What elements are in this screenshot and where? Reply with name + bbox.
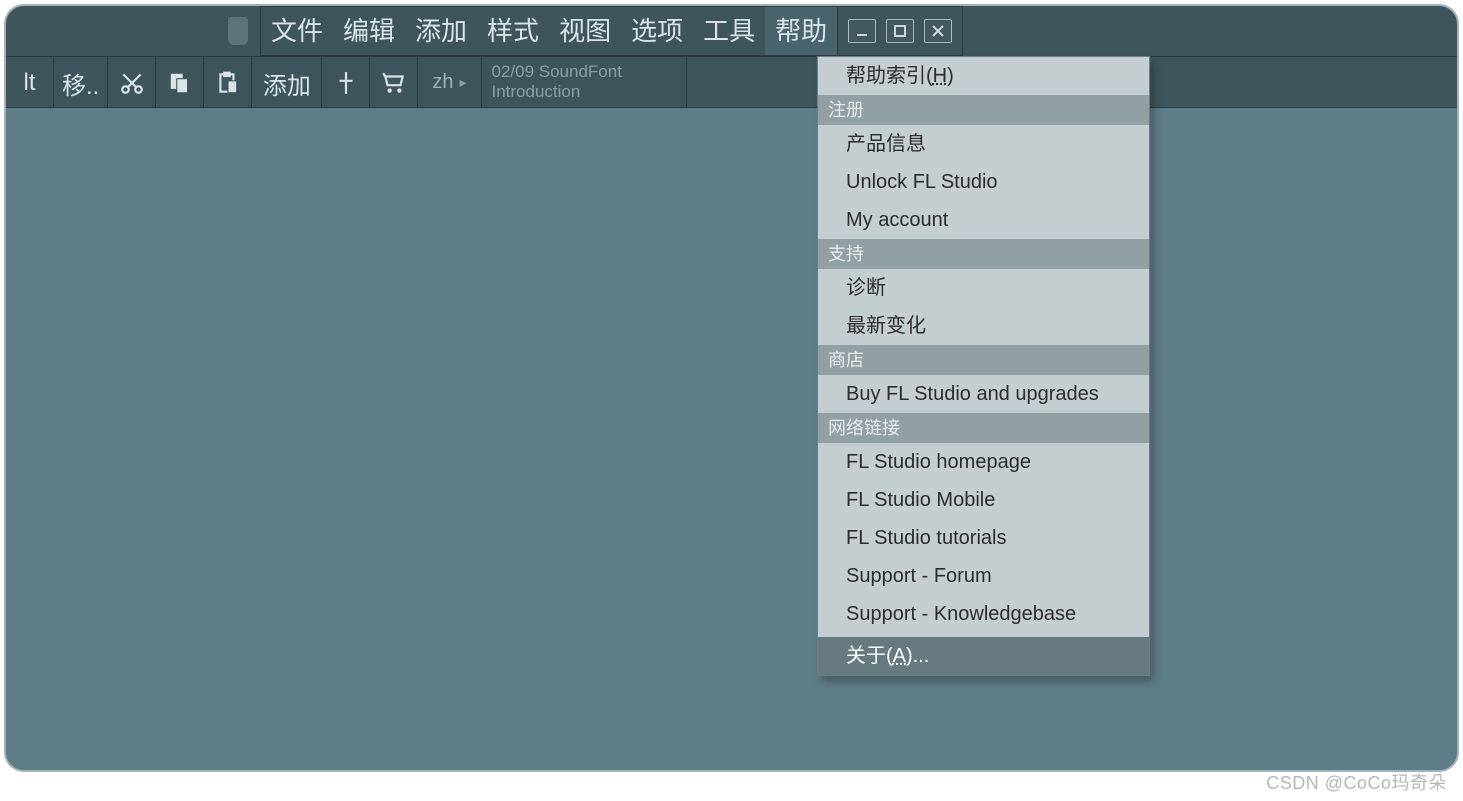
menubar-left [6, 6, 260, 56]
help-dropdown: 帮助索引(H)注册产品信息Unlock FL StudioMy account支… [817, 56, 1150, 676]
minimize-button[interactable] [848, 19, 876, 43]
menu-section-header: 网络链接 [818, 413, 1149, 443]
tool-move[interactable]: 移.. [54, 57, 108, 109]
menu-帮助[interactable]: 帮助 [765, 7, 837, 55]
tool-add[interactable]: 添加 [252, 57, 322, 109]
menu-section-header: 注册 [818, 95, 1149, 125]
tool-cut[interactable] [108, 57, 156, 109]
menu-item-诊断[interactable]: 诊断 [818, 269, 1149, 307]
hint-line1: 02/09 SoundFont [492, 62, 676, 82]
menu-item-support---forum[interactable]: Support - Forum [818, 557, 1149, 595]
maximize-button[interactable] [886, 19, 914, 43]
tool-copy[interactable] [156, 57, 204, 109]
app-window: 文件编辑添加样式视图选项工具帮助 lt 移.. 添加 zh ▸ [4, 4, 1459, 772]
slice-icon [333, 70, 359, 96]
paste-icon [215, 70, 241, 96]
watermark: CSDN @CoCo玛奇朵 [1266, 769, 1447, 795]
toolbar: lt 移.. 添加 zh ▸ 02/09 SoundFont Introduct… [6, 56, 1457, 108]
hint-panel: 02/09 SoundFont Introduction [482, 57, 687, 107]
menu-样式[interactable]: 样式 [477, 7, 549, 55]
menu-item-fl-studio-mobile[interactable]: FL Studio Mobile [818, 481, 1149, 519]
scissors-icon [119, 70, 145, 96]
language-code: zh [432, 71, 453, 94]
tool-lt[interactable]: lt [6, 57, 54, 109]
copy-icon [167, 70, 193, 96]
menu-section-header: 商店 [818, 345, 1149, 375]
language-selector[interactable]: zh ▸ [418, 57, 481, 107]
main-menubar: 文件编辑添加样式视图选项工具帮助 [260, 6, 837, 56]
menu-视图[interactable]: 视图 [549, 7, 621, 55]
menu-item-fl-studio-tutorials[interactable]: FL Studio tutorials [818, 519, 1149, 557]
cart-icon [381, 70, 407, 96]
chevron-right-icon: ▸ [459, 74, 466, 91]
menu-选项[interactable]: 选项 [621, 7, 693, 55]
menu-help-index[interactable]: 帮助索引(H) [818, 57, 1149, 95]
menu-文件[interactable]: 文件 [261, 7, 333, 55]
menu-item-support---knowledgebase[interactable]: Support - Knowledgebase [818, 595, 1149, 633]
close-button[interactable] [924, 19, 952, 43]
menu-item-fl-studio-homepage[interactable]: FL Studio homepage [818, 443, 1149, 481]
menu-item-my-account[interactable]: My account [818, 201, 1149, 239]
menu-section-header: 支持 [818, 239, 1149, 269]
menu-添加[interactable]: 添加 [405, 7, 477, 55]
menu-item-buy-fl-studio-and-upgrades[interactable]: Buy FL Studio and upgrades [818, 375, 1149, 413]
tool-slice[interactable] [322, 57, 370, 109]
window-controls [837, 6, 963, 56]
app-logo-icon [228, 17, 248, 45]
tool-cart[interactable] [370, 57, 418, 109]
hint-line2: Introduction [492, 82, 676, 102]
menu-item-unlock-fl-studio[interactable]: Unlock FL Studio [818, 163, 1149, 201]
menu-about[interactable]: 关于(A)... [818, 637, 1149, 675]
workspace [6, 108, 1457, 770]
menu-item-最新变化[interactable]: 最新变化 [818, 307, 1149, 345]
tool-paste[interactable] [204, 57, 252, 109]
menubar-row: 文件编辑添加样式视图选项工具帮助 [6, 6, 1457, 56]
menu-工具[interactable]: 工具 [693, 7, 765, 55]
menu-item-产品信息[interactable]: 产品信息 [818, 125, 1149, 163]
menu-编辑[interactable]: 编辑 [333, 7, 405, 55]
